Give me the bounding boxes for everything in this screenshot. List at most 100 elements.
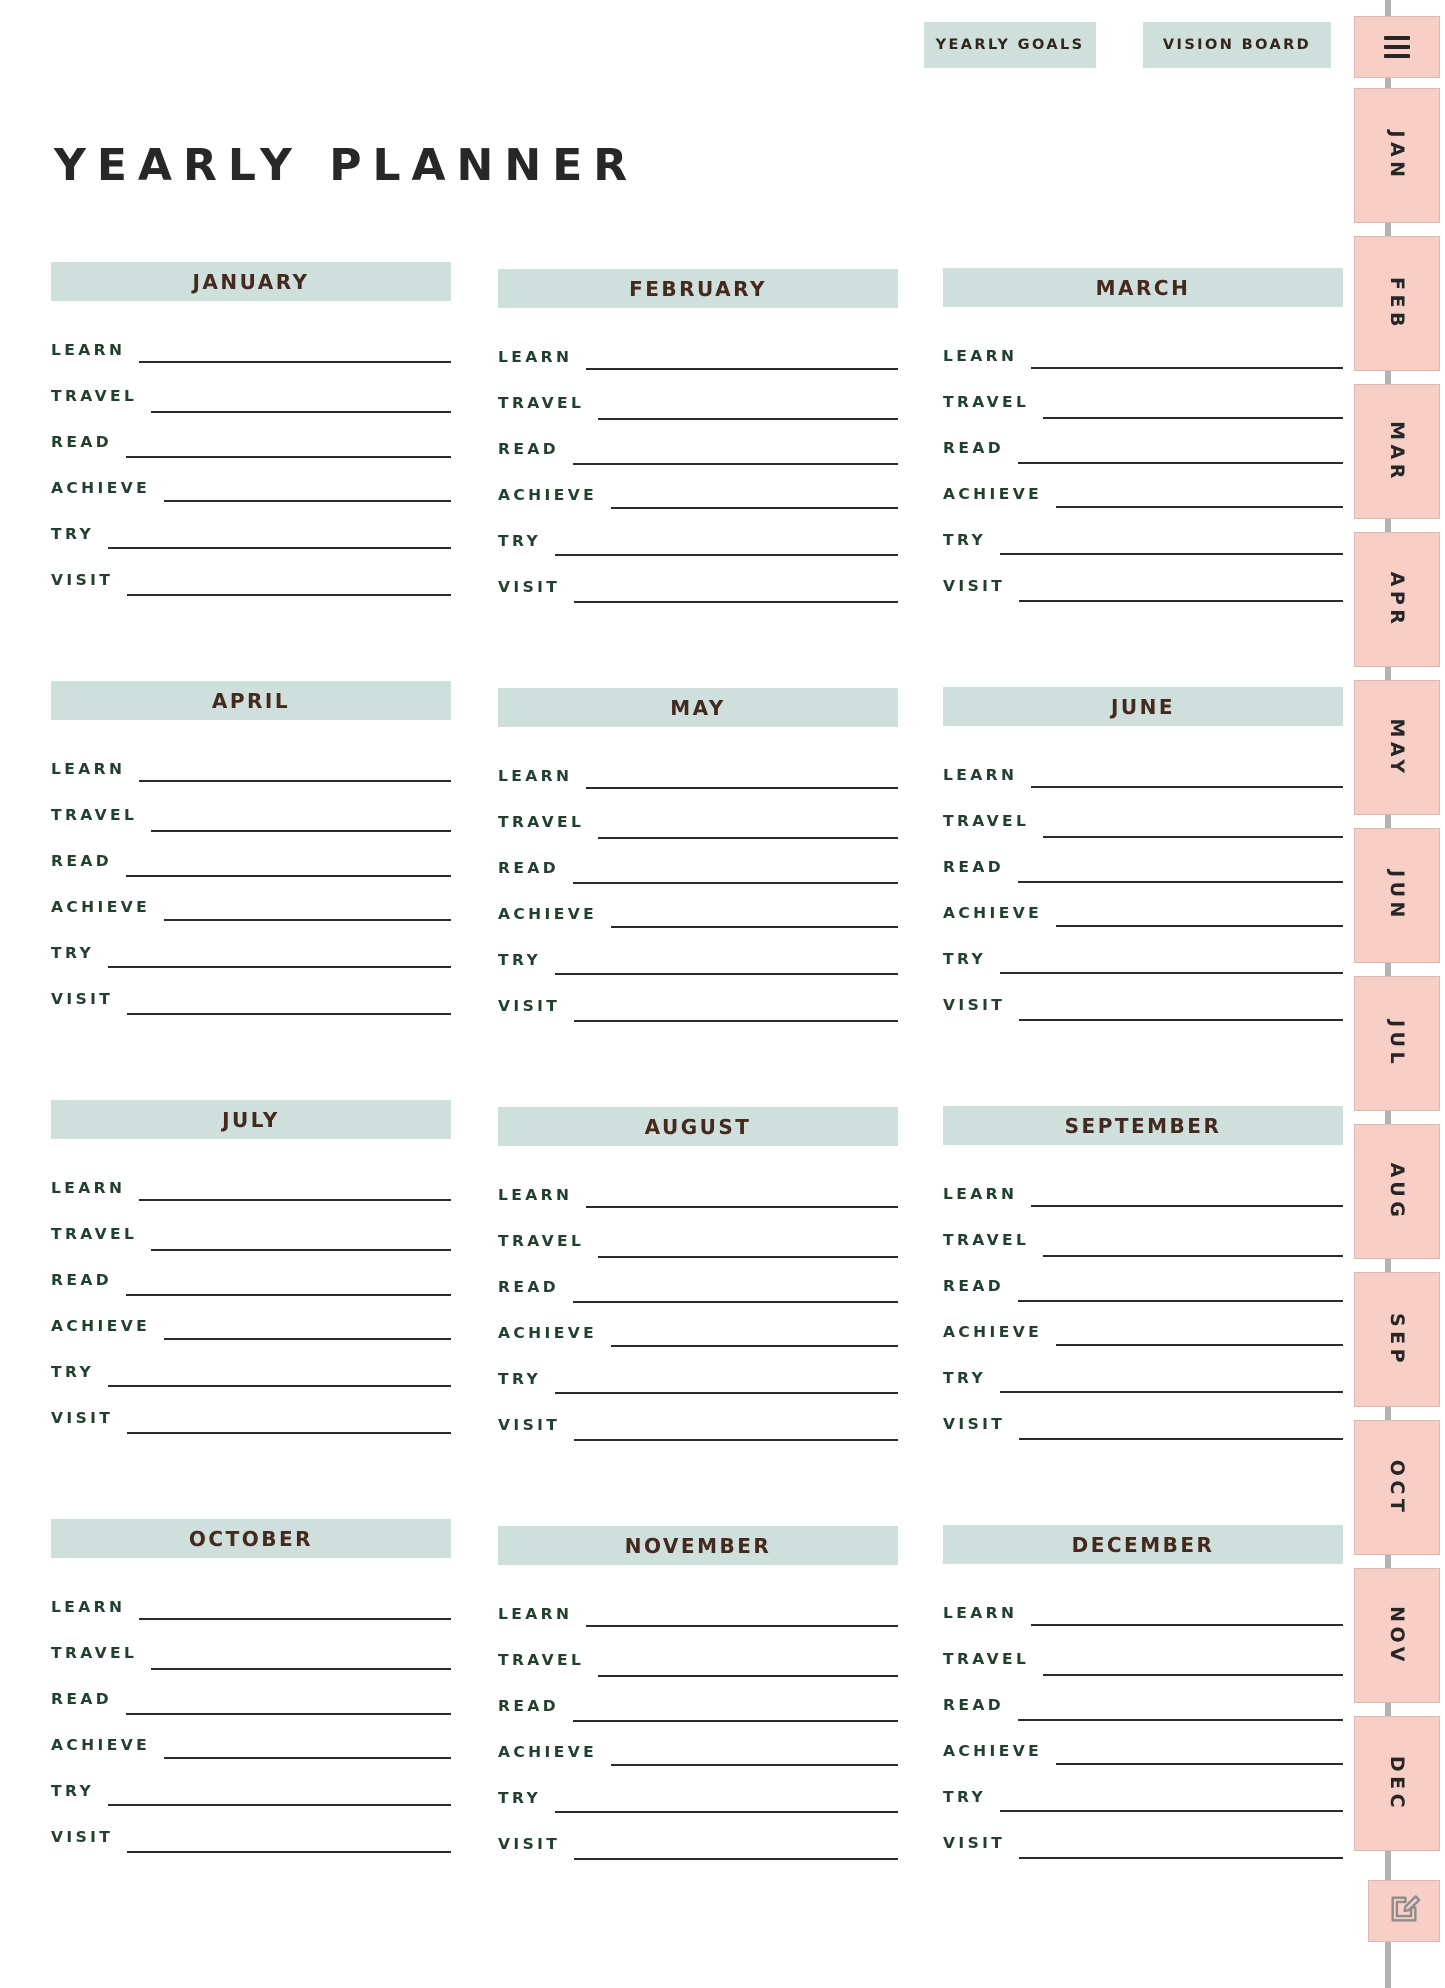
goal-input-line[interactable] — [1000, 972, 1343, 974]
month-header[interactable]: DECEMBER — [943, 1525, 1343, 1564]
goal-label: ACHIEVE — [943, 484, 1043, 503]
month-name: AUGUST — [644, 1114, 752, 1139]
goal-input-line[interactable] — [127, 1013, 451, 1015]
goal-input-line[interactable] — [555, 1392, 898, 1394]
month-header[interactable]: APRIL — [51, 681, 451, 720]
month-header[interactable]: JULY — [51, 1100, 451, 1139]
goal-input-line[interactable] — [573, 1301, 898, 1303]
goal-input-line[interactable] — [1019, 600, 1343, 602]
goal-input-line[interactable] — [108, 1804, 451, 1806]
goal-input-line[interactable] — [1056, 925, 1343, 927]
goal-input-line[interactable] — [1019, 1857, 1343, 1859]
sidebar-tab-apr[interactable]: APR — [1354, 532, 1440, 667]
goal-input-line[interactable] — [127, 1432, 451, 1434]
goal-input-line[interactable] — [164, 1757, 451, 1759]
goal-input-line[interactable] — [1031, 367, 1343, 369]
goal-input-line[interactable] — [108, 966, 451, 968]
goal-input-line[interactable] — [1000, 1391, 1343, 1393]
sidebar-tab-dec[interactable]: DEC — [1354, 1716, 1440, 1851]
goal-label: VISIT — [51, 989, 114, 1008]
goal-input-line[interactable] — [139, 1199, 451, 1201]
sidebar-tab-jun[interactable]: JUN — [1354, 828, 1440, 963]
month-header[interactable]: FEBRUARY — [498, 269, 898, 308]
goal-input-line[interactable] — [126, 1294, 451, 1296]
goal-input-line[interactable] — [555, 554, 898, 556]
goal-input-line[interactable] — [573, 1720, 898, 1722]
month-card-june: JUNE LEARN TRAVEL READ ACHIEVE TRY VISIT — [943, 687, 1343, 1022]
sidebar-tab-nov[interactable]: NOV — [1354, 1568, 1440, 1703]
sidebar-tab-may[interactable]: MAY — [1354, 680, 1440, 815]
goal-label: LEARN — [498, 766, 573, 785]
goal-input-line[interactable] — [611, 1345, 898, 1347]
sidebar-tab-feb[interactable]: FEB — [1354, 236, 1440, 371]
goal-input-line[interactable] — [1056, 506, 1343, 508]
goal-input-line[interactable] — [574, 601, 898, 603]
goal-input-line[interactable] — [1056, 1763, 1343, 1765]
goal-input-line[interactable] — [586, 787, 898, 789]
goal-input-line[interactable] — [1031, 786, 1343, 788]
goal-input-line[interactable] — [1000, 553, 1343, 555]
goal-input-line[interactable] — [586, 1625, 898, 1627]
goal-input-line[interactable] — [586, 1206, 898, 1208]
month-card-september: SEPTEMBER LEARN TRAVEL READ ACHIEVE TRY VISIT — [943, 1106, 1343, 1441]
sidebar-tab-oct[interactable]: OCT — [1354, 1420, 1440, 1555]
goal-input-line[interactable] — [1018, 881, 1343, 883]
goal-row-travel: TRAVEL — [943, 792, 1343, 838]
goal-input-line[interactable] — [586, 368, 898, 370]
sidebar-tab-jan[interactable]: JAN — [1354, 88, 1440, 223]
month-header[interactable]: MARCH — [943, 268, 1343, 307]
goal-input-line[interactable] — [108, 1385, 451, 1387]
goal-input-line[interactable] — [1000, 1810, 1343, 1812]
month-header[interactable]: NOVEMBER — [498, 1526, 898, 1565]
sidebar-tab-jul[interactable]: JUL — [1354, 976, 1440, 1111]
month-header[interactable]: JANUARY — [51, 262, 451, 301]
goal-input-line[interactable] — [1031, 1624, 1343, 1626]
goal-input-line[interactable] — [139, 361, 451, 363]
goal-label: VISIT — [498, 577, 561, 596]
goal-input-line[interactable] — [127, 594, 451, 596]
month-header[interactable]: JUNE — [943, 687, 1343, 726]
goal-input-line[interactable] — [611, 926, 898, 928]
vision-board-button[interactable]: VISION BOARD — [1143, 22, 1331, 68]
goal-input-line[interactable] — [555, 1811, 898, 1813]
goal-input-line[interactable] — [127, 1851, 451, 1853]
yearly-goals-button[interactable]: YEARLY GOALS — [924, 22, 1096, 68]
sidebar-edit-button[interactable] — [1368, 1880, 1440, 1942]
goal-input-line[interactable] — [164, 500, 451, 502]
month-header[interactable]: AUGUST — [498, 1107, 898, 1146]
sidebar-tab-mar[interactable]: MAR — [1354, 384, 1440, 519]
goal-input-line[interactable] — [611, 1764, 898, 1766]
goal-input-line[interactable] — [1031, 1205, 1343, 1207]
goal-input-line[interactable] — [139, 780, 451, 782]
goal-input-line[interactable] — [139, 1618, 451, 1620]
sidebar-tab-sep[interactable]: SEP — [1354, 1272, 1440, 1407]
goal-input-line[interactable] — [574, 1858, 898, 1860]
goal-input-line[interactable] — [574, 1439, 898, 1441]
goal-input-line[interactable] — [1018, 1719, 1343, 1721]
month-card-february: FEBRUARY LEARN TRAVEL READ ACHIEVE TRY VISIT — [498, 269, 898, 604]
month-header[interactable]: MAY — [498, 688, 898, 727]
goal-input-line[interactable] — [1056, 1344, 1343, 1346]
goal-input-line[interactable] — [1018, 462, 1343, 464]
goal-label: TRAVEL — [943, 811, 1030, 830]
goal-input-line[interactable] — [126, 456, 451, 458]
goal-label: TRY — [498, 531, 542, 550]
goal-input-line[interactable] — [126, 875, 451, 877]
goal-label: READ — [498, 1696, 559, 1715]
goal-input-line[interactable] — [108, 547, 451, 549]
month-header[interactable]: SEPTEMBER — [943, 1106, 1343, 1145]
sidebar-tab-aug[interactable]: AUG — [1354, 1124, 1440, 1259]
goal-input-line[interactable] — [573, 463, 898, 465]
goal-input-line[interactable] — [164, 919, 451, 921]
goal-input-line[interactable] — [611, 507, 898, 509]
goal-input-line[interactable] — [1019, 1438, 1343, 1440]
goal-input-line[interactable] — [126, 1713, 451, 1715]
month-header[interactable]: OCTOBER — [51, 1519, 451, 1558]
goal-input-line[interactable] — [555, 973, 898, 975]
goal-input-line[interactable] — [164, 1338, 451, 1340]
goal-input-line[interactable] — [574, 1020, 898, 1022]
goal-input-line[interactable] — [1019, 1019, 1343, 1021]
goal-input-line[interactable] — [573, 882, 898, 884]
goal-input-line[interactable] — [1018, 1300, 1343, 1302]
sidebar-menu-button[interactable] — [1354, 16, 1440, 78]
